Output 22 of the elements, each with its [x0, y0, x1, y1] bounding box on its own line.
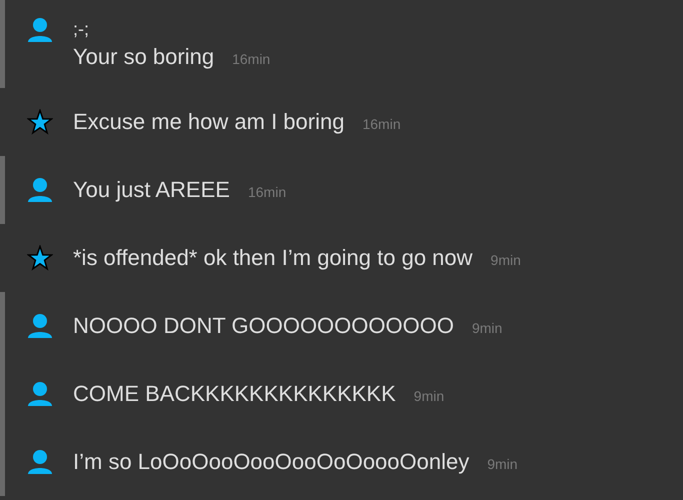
- message-text: I’m so LoOoOooOooOooOoOoooOonley: [73, 448, 470, 475]
- message-text: NOOOO DONT GOOOOOOOOOOOO: [73, 312, 454, 339]
- person-icon: [27, 16, 53, 42]
- message-text: You just AREEE: [73, 176, 230, 203]
- person-icon: [27, 312, 53, 338]
- timestamp: 9min: [490, 251, 521, 270]
- message-text: ;-;: [73, 18, 89, 41]
- timestamp: 16min: [362, 115, 401, 134]
- message-text: COME BACKKKKKKKKKKKKKK: [73, 380, 396, 407]
- message-text: Excuse me how am I boring: [73, 108, 344, 135]
- timestamp: 16min: [248, 183, 286, 202]
- star-icon: [27, 244, 53, 270]
- timestamp: 9min: [472, 319, 502, 338]
- timestamp: 16min: [232, 50, 270, 69]
- star-icon: [27, 108, 53, 134]
- person-icon: [27, 448, 53, 474]
- person-icon: [27, 176, 53, 202]
- message-text: *is offended* ok then I’m going to go now: [73, 244, 473, 271]
- timestamp: 9min: [487, 455, 518, 474]
- timestamp: 9min: [414, 387, 444, 406]
- message-text: Your so boring: [73, 43, 214, 70]
- person-icon: [27, 380, 53, 406]
